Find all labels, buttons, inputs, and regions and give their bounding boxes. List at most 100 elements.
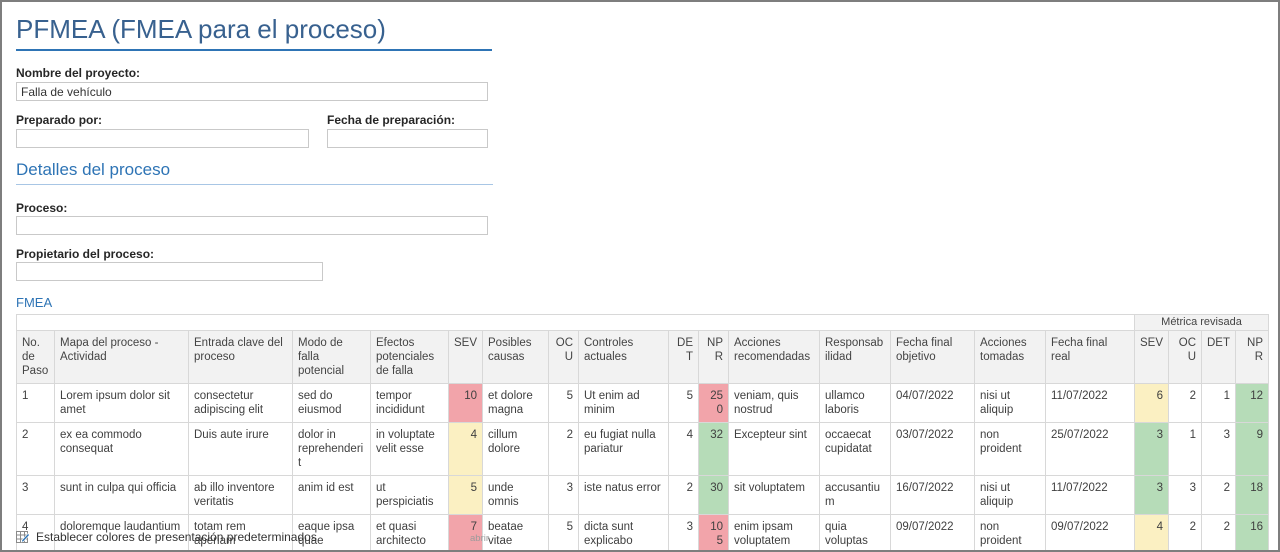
cell-failure_mode[interactable]: dolor in reprehenderit (293, 423, 371, 476)
cell-det[interactable]: 3 (669, 515, 699, 552)
cell-rev_npr[interactable]: 16 (1236, 515, 1269, 552)
column-header-rev_det: DET (1202, 331, 1236, 384)
title-underline (16, 49, 492, 51)
cell-rev_det[interactable]: 2 (1202, 515, 1236, 552)
cell-activity[interactable]: Lorem ipsum dolor sit amet (55, 384, 189, 423)
cell-failure_mode[interactable]: sed do eiusmod (293, 384, 371, 423)
cell-key_input[interactable]: consectetur adipiscing elit (189, 384, 293, 423)
cell-resp[interactable]: quia voluptas (820, 515, 891, 552)
cell-npr[interactable]: 30 (699, 476, 729, 515)
cell-causes[interactable]: cillum dolore (483, 423, 549, 476)
cell-rev_sev[interactable]: 6 (1135, 384, 1169, 423)
column-header-causes: Posibles causas (483, 331, 549, 384)
cell-resp[interactable]: ullamco laboris (820, 384, 891, 423)
cell-rev_det[interactable]: 1 (1202, 384, 1236, 423)
cell-rev_det[interactable]: 2 (1202, 476, 1236, 515)
cell-activity[interactable]: ex ea commodo consequat (55, 423, 189, 476)
cell-target_date[interactable]: 03/07/2022 (891, 423, 975, 476)
cell-rev_sev[interactable]: 3 (1135, 476, 1169, 515)
prepared-by-label: Preparado por: (16, 113, 102, 127)
cell-no[interactable]: 3 (17, 476, 55, 515)
cell-rev_npr[interactable]: 18 (1236, 476, 1269, 515)
column-header-rev_npr: NPR (1236, 331, 1269, 384)
cell-causes[interactable]: beatae vitae (483, 515, 549, 552)
prep-date-input[interactable] (327, 129, 488, 148)
cell-target_date[interactable]: 16/07/2022 (891, 476, 975, 515)
cell-effects[interactable]: in voluptate velit esse (371, 423, 449, 476)
cell-ocu[interactable]: 3 (549, 476, 579, 515)
cell-actions[interactable]: Excepteur sint (729, 423, 820, 476)
cell-causes[interactable]: et dolore magna (483, 384, 549, 423)
cell-actual_date[interactable]: 11/07/2022 (1046, 476, 1135, 515)
process-owner-label: Propietario del proceso: (16, 247, 154, 261)
process-owner-input[interactable] (16, 262, 323, 281)
cell-actions_taken[interactable]: non proident (975, 515, 1046, 552)
column-header-ocu: OCU (549, 331, 579, 384)
column-header-effects: Efectos potenciales de falla (371, 331, 449, 384)
cell-controls[interactable]: eu fugiat nulla pariatur (579, 423, 669, 476)
cell-effects[interactable]: tempor incididunt (371, 384, 449, 423)
cell-rev_det[interactable]: 3 (1202, 423, 1236, 476)
cell-target_date[interactable]: 04/07/2022 (891, 384, 975, 423)
cell-activity[interactable]: sunt in culpa qui officia (55, 476, 189, 515)
cell-rev_ocu[interactable]: 2 (1169, 384, 1202, 423)
cell-actions[interactable]: veniam, quis nostrud (729, 384, 820, 423)
cell-npr[interactable]: 250 (699, 384, 729, 423)
cell-ocu[interactable]: 2 (549, 423, 579, 476)
cell-det[interactable]: 4 (669, 423, 699, 476)
cell-rev_npr[interactable]: 9 (1236, 423, 1269, 476)
column-header-det: DET (669, 331, 699, 384)
cell-rev_ocu[interactable]: 3 (1169, 476, 1202, 515)
process-details-underline (16, 184, 493, 185)
cell-rev_ocu[interactable]: 1 (1169, 423, 1202, 476)
cell-det[interactable]: 2 (669, 476, 699, 515)
cell-rev_sev[interactable]: 4 (1135, 515, 1169, 552)
cell-effects[interactable]: ut perspiciatis (371, 476, 449, 515)
cell-actual_date[interactable]: 11/07/2022 (1046, 384, 1135, 423)
process-input[interactable] (16, 216, 488, 235)
prep-date-label: Fecha de preparación: (327, 113, 455, 127)
cell-resp[interactable]: accusantium (820, 476, 891, 515)
cell-controls[interactable]: dicta sunt explicabo (579, 515, 669, 552)
cell-no[interactable]: 2 (17, 423, 55, 476)
prepared-by-input[interactable] (16, 129, 309, 148)
cell-actions[interactable]: sit voluptatem (729, 476, 820, 515)
cell-actions[interactable]: enim ipsam voluptatem (729, 515, 820, 552)
cell-failure_mode[interactable]: anim id est (293, 476, 371, 515)
cell-npr[interactable]: 32 (699, 423, 729, 476)
open-link[interactable]: abrir (470, 533, 489, 544)
process-details-title: Detalles del proceso (16, 160, 170, 180)
project-name-input[interactable] (16, 82, 488, 101)
process-label: Proceso: (16, 201, 67, 215)
cell-rev_npr[interactable]: 12 (1236, 384, 1269, 423)
cell-controls[interactable]: iste natus error (579, 476, 669, 515)
cell-sev[interactable]: 4 (449, 423, 483, 476)
cell-sev[interactable]: 5 (449, 476, 483, 515)
cell-target_date[interactable]: 09/07/2022 (891, 515, 975, 552)
cell-rev_ocu[interactable]: 2 (1169, 515, 1202, 552)
cell-controls[interactable]: Ut enim ad minim (579, 384, 669, 423)
cell-sev[interactable]: 10 (449, 384, 483, 423)
cell-det[interactable]: 5 (669, 384, 699, 423)
cell-key_input[interactable]: Duis aute irure (189, 423, 293, 476)
column-header-target_date: Fecha final objetivo (891, 331, 975, 384)
cell-actions_taken[interactable]: nisi ut aliquip (975, 476, 1046, 515)
cell-key_input[interactable]: ab illo inventore veritatis (189, 476, 293, 515)
cell-ocu[interactable]: 5 (549, 515, 579, 552)
cell-no[interactable]: 1 (17, 384, 55, 423)
fmea-section-title: FMEA (16, 295, 52, 310)
cell-actual_date[interactable]: 09/07/2022 (1046, 515, 1135, 552)
cell-npr[interactable]: 105 (699, 515, 729, 552)
group-header-row: Métrica revisada (17, 315, 1269, 331)
cell-rev_sev[interactable]: 3 (1135, 423, 1169, 476)
cell-causes[interactable]: unde omnis (483, 476, 549, 515)
cell-actions_taken[interactable]: non proident (975, 423, 1046, 476)
set-default-colors-button[interactable]: Establecer colores de presentación prede… (16, 530, 317, 544)
cell-resp[interactable]: occaecat cupidatat (820, 423, 891, 476)
project-name-label: Nombre del proyecto: (16, 66, 140, 80)
cell-effects[interactable]: et quasi architecto (371, 515, 449, 552)
cell-ocu[interactable]: 5 (549, 384, 579, 423)
cell-actions_taken[interactable]: nisi ut aliquip (975, 384, 1046, 423)
cell-actual_date[interactable]: 25/07/2022 (1046, 423, 1135, 476)
table-row: 1Lorem ipsum dolor sit ametconsectetur a… (17, 384, 1269, 423)
